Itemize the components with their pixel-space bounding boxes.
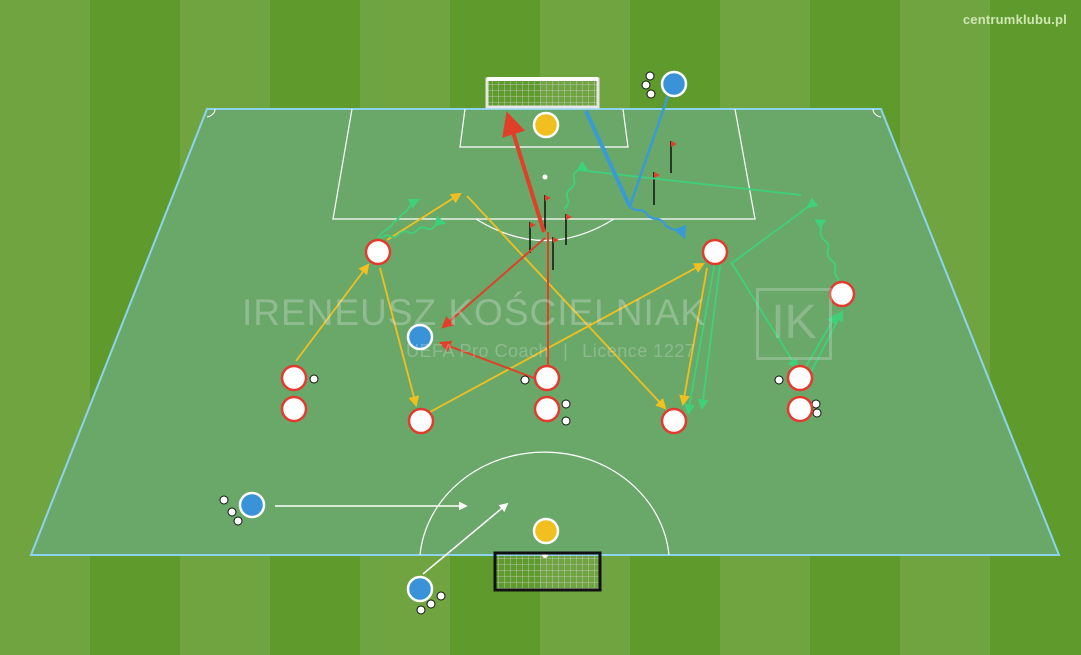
watermark-logo: IK — [756, 288, 832, 360]
training-diagram: IRENEUSZ KOŚCIELNIAK UEFA Pro Coach | Lice… — [0, 0, 1081, 655]
goal-icon — [493, 551, 602, 592]
watermark-name: IRENEUSZ KOŚCIELNIAK — [242, 292, 707, 333]
brand-link[interactable]: centrumklubu.pl — [963, 12, 1067, 27]
goal-icon — [485, 77, 600, 109]
watermark-licence: Licence 1227 — [582, 341, 696, 361]
watermark-role: UEFA Pro Coach — [406, 341, 550, 361]
watermark-separator: | — [563, 341, 569, 361]
watermark-subtitle: UEFA Pro Coach | Licence 1227 — [406, 341, 695, 362]
